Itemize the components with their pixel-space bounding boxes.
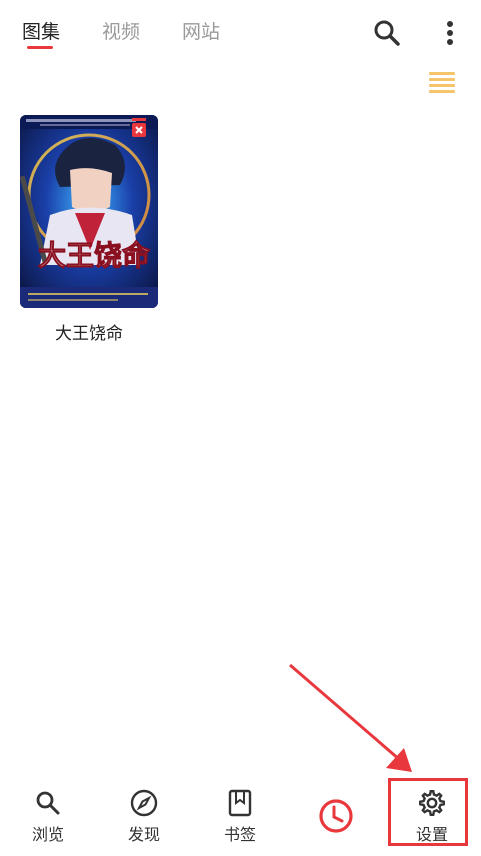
- nav-browse-label: 浏览: [31, 825, 64, 844]
- nav-discover[interactable]: 发现: [109, 786, 179, 845]
- bookmark-icon: [228, 789, 252, 817]
- nav-discover-label: 发现: [127, 825, 160, 844]
- compass-icon: [130, 789, 158, 817]
- nav-bookmark[interactable]: 书签: [205, 786, 275, 845]
- nav-history[interactable]: [301, 798, 371, 834]
- nav-browse[interactable]: 浏览: [13, 786, 83, 845]
- search-icon: [36, 791, 60, 815]
- annotation-arrow: [289, 663, 412, 772]
- settings-highlight-box: [388, 778, 468, 846]
- nav-bookmark-label: 书签: [223, 825, 256, 844]
- clock-icon: [319, 799, 353, 833]
